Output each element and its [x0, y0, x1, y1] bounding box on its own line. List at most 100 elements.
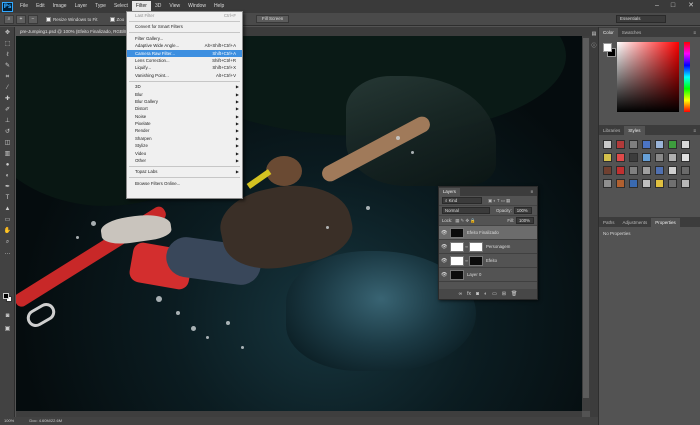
style-swatch[interactable]: [603, 179, 612, 188]
more-tools-icon[interactable]: …: [2, 249, 13, 258]
layer-row[interactable]: 👁 Efeito Finalizado: [439, 226, 537, 240]
maximize-icon[interactable]: □: [666, 0, 680, 13]
opacity-input[interactable]: 100%: [513, 207, 532, 214]
healing-tool-icon[interactable]: ✚: [2, 95, 13, 104]
tab-layers[interactable]: Layers: [439, 188, 460, 196]
filter-menu-item-noise[interactable]: Noise ▶: [127, 113, 242, 120]
style-swatch[interactable]: [642, 153, 651, 162]
pen-tool-icon[interactable]: ✒: [2, 183, 13, 192]
menu-type[interactable]: Type: [91, 1, 110, 12]
blur-tool-icon[interactable]: ●: [2, 161, 13, 170]
foreground-color-swatch[interactable]: [603, 43, 612, 52]
fill-screen-button[interactable]: Fill Screen: [256, 15, 290, 23]
layer-mask-thumbnail[interactable]: [469, 241, 483, 252]
style-swatch[interactable]: [655, 179, 664, 188]
layer-style-icon[interactable]: fx: [467, 291, 471, 297]
style-swatch[interactable]: [629, 140, 638, 149]
zoom-level[interactable]: 100%: [4, 418, 14, 423]
tab-adjustments[interactable]: Adjustments: [619, 218, 652, 227]
filter-menu-item-3d[interactable]: 3D ▶: [127, 83, 242, 90]
zoom-out-icon[interactable]: −: [28, 14, 38, 24]
type-tool-icon[interactable]: T: [2, 194, 13, 203]
style-swatch[interactable]: [616, 179, 625, 188]
kind-filter-select[interactable]: ⌕ Kind: [442, 197, 482, 204]
lock-icons[interactable]: ▦ ✎ ✥ 🔒: [455, 218, 475, 224]
style-swatch[interactable]: [681, 179, 690, 188]
style-swatch[interactable]: [629, 153, 638, 162]
fill-input[interactable]: 100%: [516, 217, 534, 224]
minimize-icon[interactable]: –: [650, 0, 664, 13]
workspace-select[interactable]: Essentials: [616, 15, 666, 23]
style-swatch[interactable]: [629, 166, 638, 175]
filter-menu-item-browse-filters-online[interactable]: Browse Filters Online...: [127, 180, 242, 187]
vertical-scrollbar[interactable]: [582, 36, 590, 411]
filter-menu-item-camera-raw-filter[interactable]: Camera Raw Filter... Shift+Ctrl+A: [127, 49, 242, 57]
filter-menu-item-liquify[interactable]: Liquify... Shift+Ctrl+X: [127, 64, 242, 71]
style-swatch[interactable]: [668, 153, 677, 162]
filter-menu-item-adaptive-wide-angle[interactable]: Adaptive Wide Angle... Alt+Shift+Ctrl+A: [127, 42, 242, 49]
style-swatch[interactable]: [616, 153, 625, 162]
visibility-eye-icon[interactable]: 👁: [441, 272, 447, 278]
layer-row[interactable]: 👁 ∞ Personagem: [439, 240, 537, 254]
filter-menu-item-sharpen[interactable]: Sharpen ▶: [127, 135, 242, 142]
style-swatch[interactable]: [681, 140, 690, 149]
style-swatch[interactable]: [668, 166, 677, 175]
panel-menu-icon[interactable]: ≡: [526, 188, 537, 196]
vertical-scroll-thumb[interactable]: [583, 38, 589, 398]
tab-libraries[interactable]: Libraries: [599, 126, 624, 135]
layer-row[interactable]: 👁 Layer 0: [439, 268, 537, 282]
zoom-tool-icon[interactable]: ⌕: [2, 238, 13, 247]
zoom-all-checkbox[interactable]: Zoo: [109, 16, 124, 22]
resize-windows-checkbox[interactable]: Resize Windows to Fit: [46, 16, 98, 22]
style-swatch[interactable]: [642, 179, 651, 188]
quick-mask-icon[interactable]: ◙: [2, 312, 13, 321]
panel-menu-icon[interactable]: ≡: [689, 126, 700, 135]
blend-mode-select[interactable]: Normal: [442, 207, 490, 214]
color-picker-field[interactable]: [617, 42, 679, 112]
lasso-tool-icon[interactable]: ℓ: [2, 51, 13, 60]
menu-image[interactable]: Image: [49, 1, 71, 12]
style-swatch[interactable]: [668, 140, 677, 149]
filter-menu-item-other[interactable]: Other ▶: [127, 157, 242, 164]
style-swatch[interactable]: [642, 140, 651, 149]
filter-menu-item-vanishing-point[interactable]: Vanishing Point... Alt+Ctrl+V: [127, 72, 242, 79]
add-mask-icon[interactable]: ◙: [476, 291, 479, 297]
new-layer-icon[interactable]: ⊞: [502, 291, 506, 297]
filter-menu-item-topaz-labs[interactable]: Topaz Labs ▶: [127, 168, 242, 175]
style-swatch[interactable]: [681, 153, 690, 162]
style-swatch[interactable]: [655, 166, 664, 175]
style-swatch[interactable]: [681, 166, 690, 175]
filter-menu-item-blur-gallery[interactable]: Blur Gallery ▶: [127, 98, 242, 105]
tab-properties[interactable]: Properties: [651, 218, 680, 227]
tab-swatches[interactable]: Swatches: [618, 28, 646, 37]
visibility-eye-icon[interactable]: 👁: [441, 230, 447, 236]
new-group-icon[interactable]: ▭: [492, 291, 497, 297]
filter-menu-item-blur[interactable]: Blur ▶: [127, 91, 242, 98]
hand-tool-icon[interactable]: ✋: [2, 227, 13, 236]
menu-file[interactable]: File: [16, 1, 32, 12]
filter-menu-item-convert-for-smart-filters[interactable]: Convert for Smart Filters: [127, 23, 242, 30]
filter-menu-item-pixelate[interactable]: Pixelate ▶: [127, 120, 242, 127]
document-tab[interactable]: pre-Jumping1.psd @ 100% (Efeito Finaliza…: [16, 27, 138, 36]
filter-menu-item-video[interactable]: Video ▶: [127, 150, 242, 157]
zoom-tool-icon[interactable]: ⌕: [4, 14, 14, 24]
style-swatch[interactable]: [616, 166, 625, 175]
filter-type-icons[interactable]: ▣ ◐ T ▭ ▦: [488, 198, 510, 204]
hue-slider[interactable]: [684, 42, 690, 112]
menu-edit[interactable]: Edit: [32, 1, 49, 12]
trash-icon[interactable]: 🗑: [511, 291, 517, 297]
filter-menu-item-distort[interactable]: Distort ▶: [127, 105, 242, 112]
style-swatch[interactable]: [603, 166, 612, 175]
visibility-eye-icon[interactable]: 👁: [441, 244, 447, 250]
quick-select-tool-icon[interactable]: ✎: [2, 62, 13, 71]
style-swatch[interactable]: [616, 140, 625, 149]
filter-menu-item-filter-gallery[interactable]: Filter Gallery...: [127, 35, 242, 42]
style-swatch[interactable]: [603, 140, 612, 149]
marquee-tool-icon[interactable]: ⬚: [2, 40, 13, 49]
style-swatch[interactable]: [642, 166, 651, 175]
history-panel-icon[interactable]: ▤: [591, 30, 597, 39]
brush-tool-icon[interactable]: ✐: [2, 106, 13, 115]
gradient-tool-icon[interactable]: ▥: [2, 150, 13, 159]
document-size[interactable]: Doc: 4.60M/22.6M: [29, 418, 62, 423]
style-swatch[interactable]: [655, 153, 664, 162]
